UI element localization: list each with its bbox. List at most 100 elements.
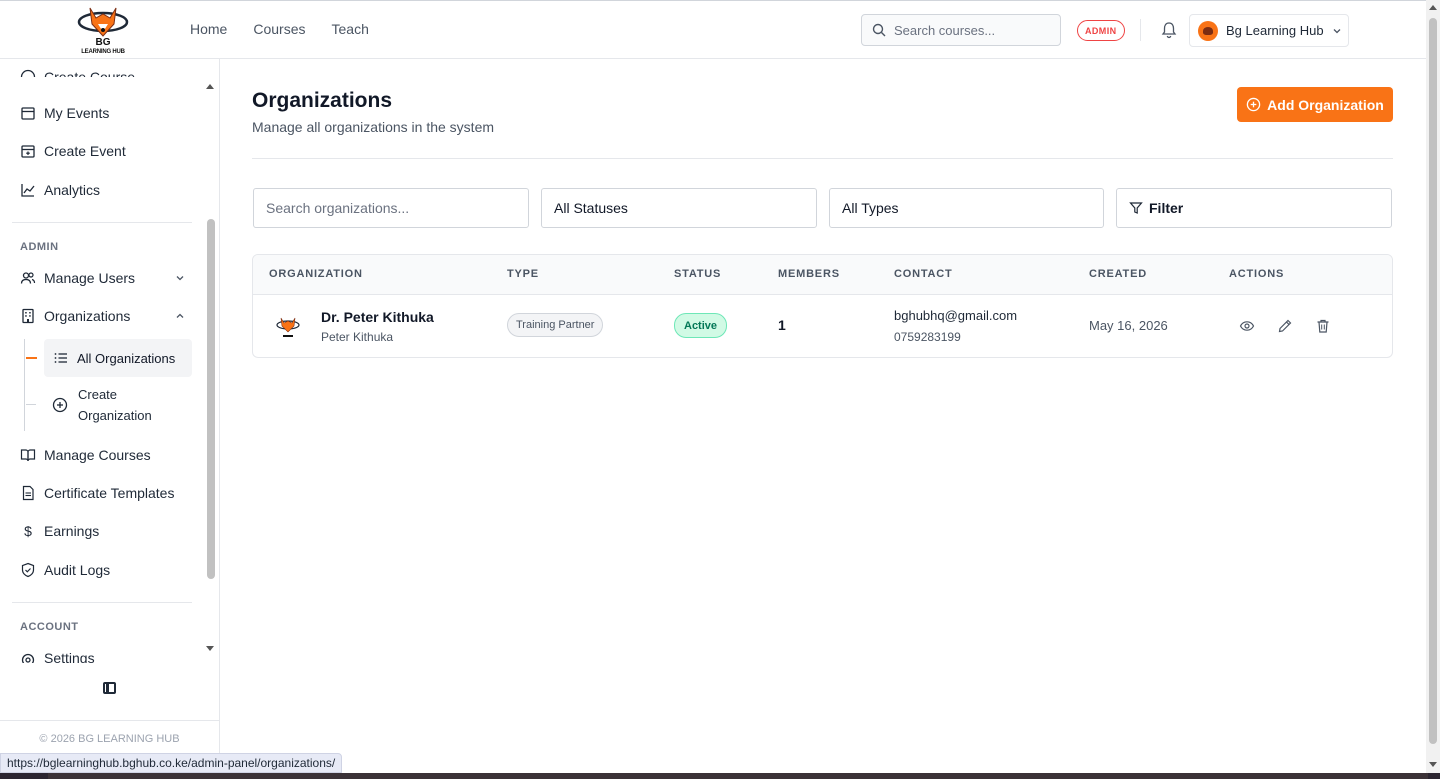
sidebar-item-manage-users[interactable]: Manage Users <box>20 268 185 288</box>
building-icon <box>22 308 34 324</box>
plus-circle-icon <box>1246 97 1261 112</box>
organization-name[interactable]: Dr. Peter Kithuka <box>321 309 434 325</box>
logo-text-primary: BG <box>95 37 111 48</box>
main-nav: Home Courses Teach <box>190 21 369 37</box>
sidebar-item-label: Manage Users <box>44 270 136 286</box>
active-indicator <box>26 357 37 359</box>
sidebar-item-manage-courses[interactable]: Manage Courses <box>20 445 151 465</box>
column-header-created[interactable]: CREATED <box>1089 268 1147 280</box>
sidebar-scroll-down-arrow[interactable] <box>206 646 214 651</box>
sidebar-scrollbar-thumb[interactable] <box>207 219 215 579</box>
users-icon <box>20 272 36 284</box>
add-organization-label: Add Organization <box>1267 96 1384 113</box>
column-header-status[interactable]: STATUS <box>674 268 721 280</box>
sidebar-subitem-all-organizations[interactable]: All Organizations <box>44 339 192 377</box>
sidebar-item-label: Settings <box>44 650 95 663</box>
delete-trash-icon[interactable] <box>1315 318 1331 334</box>
column-header-contact[interactable]: CONTACT <box>894 268 953 280</box>
notification-bell-icon[interactable] <box>1160 21 1178 39</box>
shield-check-icon <box>21 562 35 578</box>
main-content: Organizations Manage all organizations i… <box>220 59 1426 779</box>
sidebar-item-label: Manage Courses <box>44 447 151 463</box>
book-open-icon <box>20 449 36 462</box>
table-header: ORGANIZATION TYPE STATUS MEMBERS CONTACT… <box>253 255 1392 295</box>
sidebar-item-create-course[interactable]: Create Course <box>20 65 135 77</box>
sidebar-item-label: Organizations <box>44 308 131 324</box>
admin-role-badge: ADMIN <box>1077 20 1125 41</box>
status-select-value: All Statuses <box>554 200 628 216</box>
fox-logo-icon <box>77 7 129 37</box>
nav-teach[interactable]: Teach <box>332 21 369 37</box>
sidebar-item-certificate-templates[interactable]: Certificate Templates <box>20 483 174 503</box>
nav-home[interactable]: Home <box>190 21 227 37</box>
sidebar-subitem-label-line2: Organization <box>78 408 152 423</box>
search-input[interactable] <box>894 22 1044 38</box>
user-name: Bg Learning Hub <box>1226 23 1324 38</box>
sidebar-item-label: Create Event <box>44 143 126 159</box>
filter-button[interactable]: Filter <box>1116 188 1392 228</box>
sidebar-item-settings[interactable]: Settings <box>20 649 95 663</box>
table-row[interactable]: Dr. Peter Kithuka Peter Kithuka Training… <box>253 295 1392 357</box>
os-taskbar <box>0 773 1440 779</box>
sidebar: Create Course My Events Create Event Ana… <box>0 59 220 779</box>
column-header-organization[interactable]: ORGANIZATION <box>269 268 363 280</box>
organization-logo <box>276 317 300 337</box>
logo-text-secondary: LEARNING HUB <box>81 49 125 55</box>
add-organization-button[interactable]: Add Organization <box>1237 87 1393 122</box>
search-icon <box>872 23 886 37</box>
sidebar-footer-divider <box>0 720 219 721</box>
gear-icon <box>21 653 35 663</box>
edit-pencil-icon[interactable] <box>1277 318 1293 334</box>
page-scroll-down-arrow[interactable] <box>1429 762 1437 767</box>
course-search[interactable] <box>861 14 1061 46</box>
type-badge: Training Partner <box>507 313 604 337</box>
nav-courses[interactable]: Courses <box>253 21 305 37</box>
organization-search-input[interactable] <box>266 200 506 216</box>
section-label-admin: ADMIN <box>20 241 59 253</box>
sidebar-scroll-up-arrow[interactable] <box>206 84 214 89</box>
view-eye-icon[interactable] <box>1239 318 1255 334</box>
sidebar-subitem-create-organization[interactable]: Create Organization <box>52 384 152 426</box>
submenu-branch <box>26 404 36 405</box>
chevron-down-icon <box>176 276 184 281</box>
sidebar-collapse-icon[interactable] <box>103 682 116 694</box>
chevron-up-icon <box>176 313 184 318</box>
calendar-plus-icon <box>21 145 35 158</box>
contact-phone: 0759283199 <box>894 330 961 344</box>
sidebar-item-earnings[interactable]: $ Earnings <box>20 521 99 541</box>
filter-funnel-icon <box>1129 202 1143 214</box>
status-badge: Active <box>674 313 728 338</box>
sidebar-item-label: Create Course <box>44 69 136 77</box>
sidebar-divider <box>12 222 192 223</box>
sidebar-item-label: Certificate Templates <box>44 485 175 501</box>
contact-email: bghubhq@gmail.com <box>894 308 1018 323</box>
sidebar-item-label: Analytics <box>44 182 101 198</box>
sidebar-divider <box>12 602 192 603</box>
page-scroll-up-arrow[interactable] <box>1429 5 1437 10</box>
top-header: BG LEARNING HUB Home Courses Teach ADMIN… <box>0 0 1426 59</box>
header-divider <box>1140 19 1141 41</box>
chevron-down-icon <box>1333 28 1341 33</box>
organization-owner: Peter Kithuka <box>321 330 394 344</box>
sidebar-subitem-label: All Organizations <box>77 350 176 366</box>
sidebar-item-analytics[interactable]: Analytics <box>20 180 100 200</box>
status-select[interactable]: All Statuses <box>541 188 817 228</box>
sidebar-item-label: Audit Logs <box>44 562 111 578</box>
sidebar-item-my-events[interactable]: My Events <box>20 103 109 123</box>
type-select[interactable]: All Types <box>829 188 1104 228</box>
link-preview-status-bar: https://bglearninghub.bghub.co.ke/admin-… <box>0 753 343 773</box>
user-menu-button[interactable]: Bg Learning Hub <box>1189 14 1349 47</box>
column-header-type[interactable]: TYPE <box>507 268 539 280</box>
organization-search-field[interactable] <box>253 188 529 228</box>
filter-button-label: Filter <box>1149 200 1184 216</box>
brand-logo[interactable]: BG LEARNING HUB <box>76 4 130 58</box>
header-divider <box>252 158 1393 159</box>
column-header-members[interactable]: MEMBERS <box>778 268 840 280</box>
sidebar-item-organizations[interactable]: Organizations <box>20 306 185 326</box>
sidebar-item-audit-logs[interactable]: Audit Logs <box>20 560 110 580</box>
sidebar-item-label: Earnings <box>44 523 100 539</box>
plus-circle-icon <box>20 69 36 77</box>
page-scrollbar-thumb[interactable] <box>1429 18 1437 744</box>
sidebar-item-create-event[interactable]: Create Event <box>20 141 126 161</box>
type-select-value: All Types <box>842 200 899 216</box>
